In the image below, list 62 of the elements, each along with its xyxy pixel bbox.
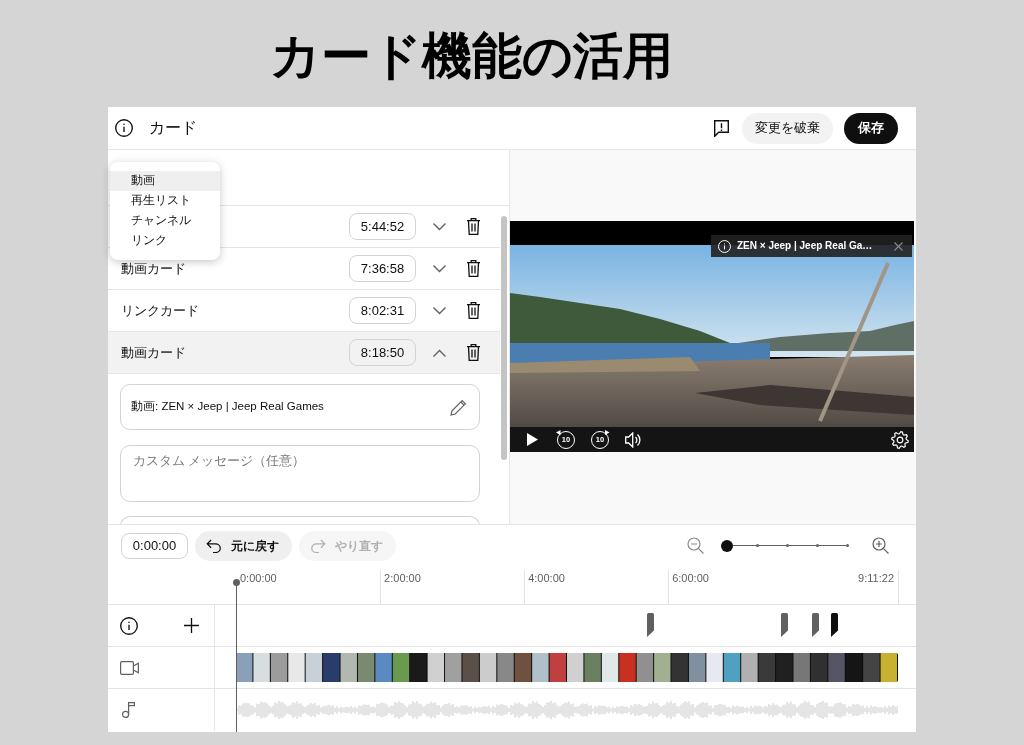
card-row[interactable]: 動画カード 8:18:50 [108, 332, 500, 374]
settings-icon[interactable] [891, 430, 909, 449]
time-field[interactable]: 7:36:58 [349, 255, 416, 282]
zoom-out-icon[interactable] [687, 537, 704, 554]
video-title: 動画: ZEN × Jeep | Jeep Real Games [131, 399, 324, 415]
pencil-icon[interactable] [450, 398, 467, 416]
time-field[interactable]: 8:18:50 [349, 339, 416, 366]
time-field[interactable]: 5:44:52 [349, 213, 416, 240]
trash-icon[interactable] [467, 302, 480, 319]
time-field[interactable]: 8:02:31 [349, 297, 416, 324]
time-label: 9:11:22 [858, 571, 894, 585]
playhead[interactable] [232, 579, 240, 732]
feedback-icon[interactable] [714, 119, 729, 137]
redo-icon [310, 538, 326, 553]
page-title: カード機能の活用 [270, 27, 673, 86]
video-field[interactable]: 動画: ZEN × Jeep | Jeep Real Games [120, 384, 480, 430]
card-title: 動画カード [121, 261, 186, 276]
save-button[interactable]: 保存 [844, 112, 898, 144]
menu-item[interactable]: チャンネル [110, 211, 220, 231]
card-marker[interactable] [831, 613, 839, 637]
chevron-down-icon[interactable] [433, 222, 446, 231]
time-label: 4:00:00 [528, 571, 565, 585]
music-note-icon [122, 701, 135, 718]
message-field[interactable]: カスタム メッセージ（任意） [120, 445, 480, 502]
card-title: 動画カード [121, 345, 186, 360]
chevron-up-icon[interactable] [433, 348, 446, 357]
discard-button[interactable]: 変更を破棄 [742, 112, 833, 144]
time-label: 0:00:00 [240, 571, 277, 585]
info-icon[interactable] [120, 616, 138, 635]
arrowhead-icon [556, 429, 561, 435]
card-marker[interactable] [781, 613, 789, 637]
undo-button[interactable]: 元に戻す [195, 530, 292, 561]
zoom-slider[interactable] [721, 539, 851, 552]
menu-item[interactable]: 再生リスト [110, 191, 220, 211]
play-icon[interactable] [527, 433, 538, 446]
trash-icon[interactable] [467, 344, 480, 361]
card-teaser-title: ZEN × Jeep | Jeep Real Ga… [737, 240, 873, 252]
volume-icon[interactable] [625, 431, 642, 448]
info-icon[interactable] [115, 119, 133, 137]
plus-icon[interactable] [184, 618, 199, 633]
time-label: 6:00:00 [672, 571, 709, 585]
slider-thumb[interactable] [721, 539, 733, 552]
card-teaser[interactable]: ZEN × Jeep | Jeep Real Ga… [711, 235, 912, 257]
info-icon [718, 239, 731, 253]
card-marker[interactable] [646, 613, 654, 637]
undo-icon [206, 538, 222, 553]
time-label: 2:00:00 [384, 571, 421, 585]
menu-item[interactable]: リンク [110, 231, 220, 251]
chevron-down-icon[interactable] [433, 306, 446, 315]
trash-icon[interactable] [467, 260, 480, 277]
scrollbar[interactable] [501, 216, 507, 460]
current-time-field[interactable]: 0:00:00 [121, 532, 188, 559]
card-marker[interactable] [811, 613, 819, 637]
zoom-in-icon[interactable] [872, 537, 889, 554]
chevron-down-icon[interactable] [433, 264, 446, 273]
video-camera-icon [120, 660, 139, 675]
arrowhead-icon [605, 429, 610, 435]
panel-title: カード [149, 118, 197, 138]
trash-icon[interactable] [467, 218, 480, 235]
menu-item[interactable]: 動画 [110, 171, 220, 191]
close-icon[interactable] [894, 241, 903, 251]
card-title: リンクカード [121, 303, 199, 318]
